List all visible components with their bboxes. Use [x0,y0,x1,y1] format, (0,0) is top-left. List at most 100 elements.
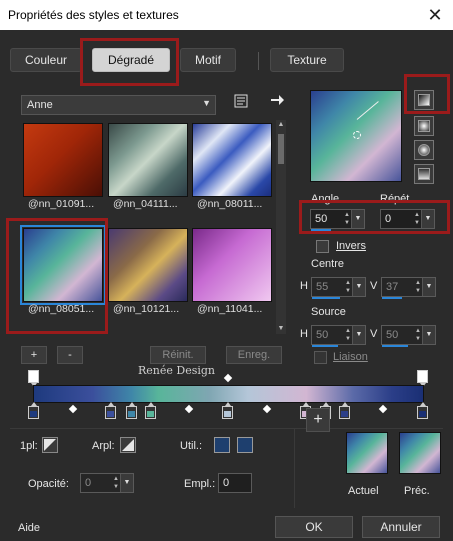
location-empl-label: Empl.: [184,478,216,490]
swatch-item[interactable]: @nn_10121... [108,228,188,315]
color-stop[interactable] [222,402,233,419]
center-v-input[interactable]: 37 ▲ ▼ ▼ [381,277,436,299]
preset-selected-value: Anne [27,99,53,111]
save-preset-button[interactable]: Enreg. [226,346,282,364]
location-input[interactable]: 0 [218,473,252,493]
background-stop-icon[interactable] [120,437,136,453]
center-h-input[interactable]: 55 ▲ ▼ ▼ [311,277,366,299]
tab-separator [258,52,259,70]
swatch-item-selected[interactable]: @nn_08051... [20,225,106,315]
scroll-down-icon[interactable]: ▼ [276,324,286,334]
help-link[interactable]: Aide [18,522,40,534]
center-h-value: 55 [316,281,329,293]
color-stop[interactable] [105,402,116,419]
gradient-editor-bar[interactable] [33,385,424,403]
swatch-thumbnail [23,123,103,197]
angle-slider[interactable] [311,229,331,231]
swatch-item[interactable]: @nn_08011... [192,123,272,210]
gradient-preview[interactable] [310,90,402,182]
linear-gradient-icon[interactable] [414,90,434,110]
util-color-swatch[interactable] [214,437,230,453]
opacity-midpoint[interactable] [223,373,233,383]
opacity-input[interactable]: 0 ▲ ▼ ▼ [80,473,134,493]
color-stop[interactable] [126,402,137,419]
spinner-updown-icon[interactable]: ▲ ▼ [345,279,351,295]
color-stop[interactable] [145,402,156,419]
scrollbar-thumb[interactable] [278,134,284,164]
add-to-list-button[interactable]: + [306,408,330,432]
color-midpoint[interactable] [262,404,272,414]
color-midpoint[interactable] [184,404,194,414]
source-v-input[interactable]: 50 ▲ ▼ ▼ [381,325,436,347]
tab-motif[interactable]: Motif [180,48,236,72]
angle-label: Angle [311,193,340,205]
source-h-value: 50 [316,329,329,341]
angle-input[interactable]: 50 ▲ ▼ ▼ [310,209,365,231]
chevron-down-icon[interactable]: ▼ [352,326,365,344]
scroll-up-icon[interactable]: ▲ [276,120,286,130]
color-stop[interactable] [339,402,350,419]
color-midpoint[interactable] [68,404,78,414]
chevron-down-icon[interactable]: ▼ [351,210,364,228]
stop-type-icon[interactable] [42,437,58,453]
spinner-updown-icon[interactable]: ▲ ▼ [415,327,421,343]
invert-checkbox[interactable] [316,240,329,253]
properties-icon[interactable] [230,93,252,115]
close-icon[interactable]: ✕ [425,5,445,25]
center-v-slider[interactable] [382,297,402,299]
color-stop[interactable] [28,402,39,419]
tab-couleur[interactable]: Couleur [10,48,82,72]
swatch-scrollbar[interactable]: ▲ ▼ [276,120,286,334]
repeat-input[interactable]: 0 ▲ ▼ ▼ [380,209,435,229]
chevron-down-icon[interactable]: ▼ [120,474,133,492]
preset-dropdown[interactable]: Anne ▼ [21,95,216,115]
repeat-value: 0 [385,213,392,225]
source-h-input[interactable]: 50 ▲ ▼ ▼ [311,325,366,347]
swatch-thumbnail [192,228,272,302]
radial-gradient-icon[interactable] [414,164,434,184]
tab-degrade[interactable]: Dégradé [92,48,170,72]
swatch-item[interactable]: @nn_04111... [108,123,188,210]
chevron-down-icon[interactable]: ▼ [422,326,435,344]
angle-handle[interactable] [353,131,361,139]
chevron-down-icon[interactable]: ▼ [421,210,434,228]
opacity-stop-right[interactable] [417,370,428,387]
swatch-item[interactable]: @nn_11041... [192,228,272,315]
center-label: Centre [311,258,345,270]
spinner-updown-icon[interactable]: ▲ ▼ [415,279,421,295]
opacity-stop-left[interactable] [28,370,39,387]
link-checkbox[interactable] [314,351,327,364]
spinner-updown-icon[interactable]: ▲ ▼ [113,475,119,491]
chevron-down-icon[interactable]: ▼ [352,278,365,296]
source-h-label: H [300,328,308,340]
tab-texture[interactable]: Texture [270,48,344,72]
previous-gradient-thumbnail[interactable] [399,432,441,474]
ok-button[interactable]: OK [275,516,353,538]
chevron-down-icon[interactable]: ▼ [422,278,435,296]
swatch-label: @nn_08011... [197,198,263,210]
swatch-thumbnail [108,123,188,197]
swatch-label: @nn_10121... [113,303,180,315]
arrow-right-icon[interactable] [266,92,288,114]
source-v-value: 50 [386,329,399,341]
chevron-down-icon: ▼ [202,98,211,108]
spinner-updown-icon[interactable]: ▲ ▼ [344,211,350,227]
swatch-item[interactable]: @nn_01091... [23,123,103,210]
add-preset-button[interactable]: + [21,346,47,364]
center-h-slider[interactable] [312,297,340,299]
invert-label: Invers [336,240,366,252]
spinner-updown-icon[interactable]: ▲ ▼ [345,327,351,343]
color-stop[interactable] [417,402,428,419]
reset-button[interactable]: Réinit. [150,346,206,364]
spinner-updown-icon[interactable]: ▲ ▼ [414,211,420,227]
swatch-thumbnail [20,225,106,305]
util-color-swatch-alt[interactable] [237,437,253,453]
color-midpoint[interactable] [378,404,388,414]
sunburst-gradient-icon[interactable] [414,140,434,160]
angle-line [356,101,379,120]
source-h-slider[interactable] [312,345,338,347]
remove-preset-button[interactable]: - [57,346,83,364]
rectangular-gradient-icon[interactable] [414,116,434,136]
cancel-button[interactable]: Annuler [362,516,440,538]
source-v-slider[interactable] [382,345,408,347]
